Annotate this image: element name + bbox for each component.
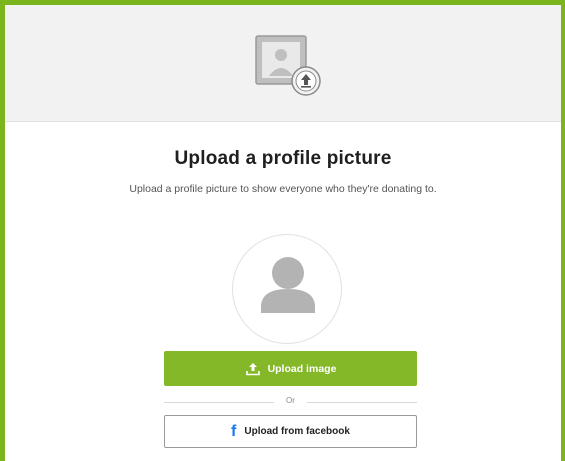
- header-band: [5, 5, 561, 122]
- profile-picture-modal: Upload a profile picture Upload a profil…: [0, 0, 565, 461]
- upload-image-button[interactable]: Upload image: [164, 351, 417, 386]
- upload-image-label: Upload image: [267, 362, 337, 375]
- upload-photo-icon: [252, 31, 332, 101]
- divider-line-right: [307, 402, 417, 403]
- upload-from-facebook-button[interactable]: f Upload from facebook: [164, 415, 417, 448]
- facebook-f-icon: f: [231, 422, 237, 440]
- upload-from-facebook-label: Upload from facebook: [244, 426, 350, 437]
- page-title: Upload a profile picture: [174, 148, 392, 169]
- upload-arrow-icon: [245, 361, 261, 377]
- user-silhouette-icon: [261, 257, 315, 313]
- or-divider: Or: [164, 396, 417, 408]
- avatar-placeholder[interactable]: [232, 234, 342, 344]
- page-subtitle: Upload a profile picture to show everyon…: [129, 183, 437, 195]
- divider-text: Or: [286, 396, 295, 405]
